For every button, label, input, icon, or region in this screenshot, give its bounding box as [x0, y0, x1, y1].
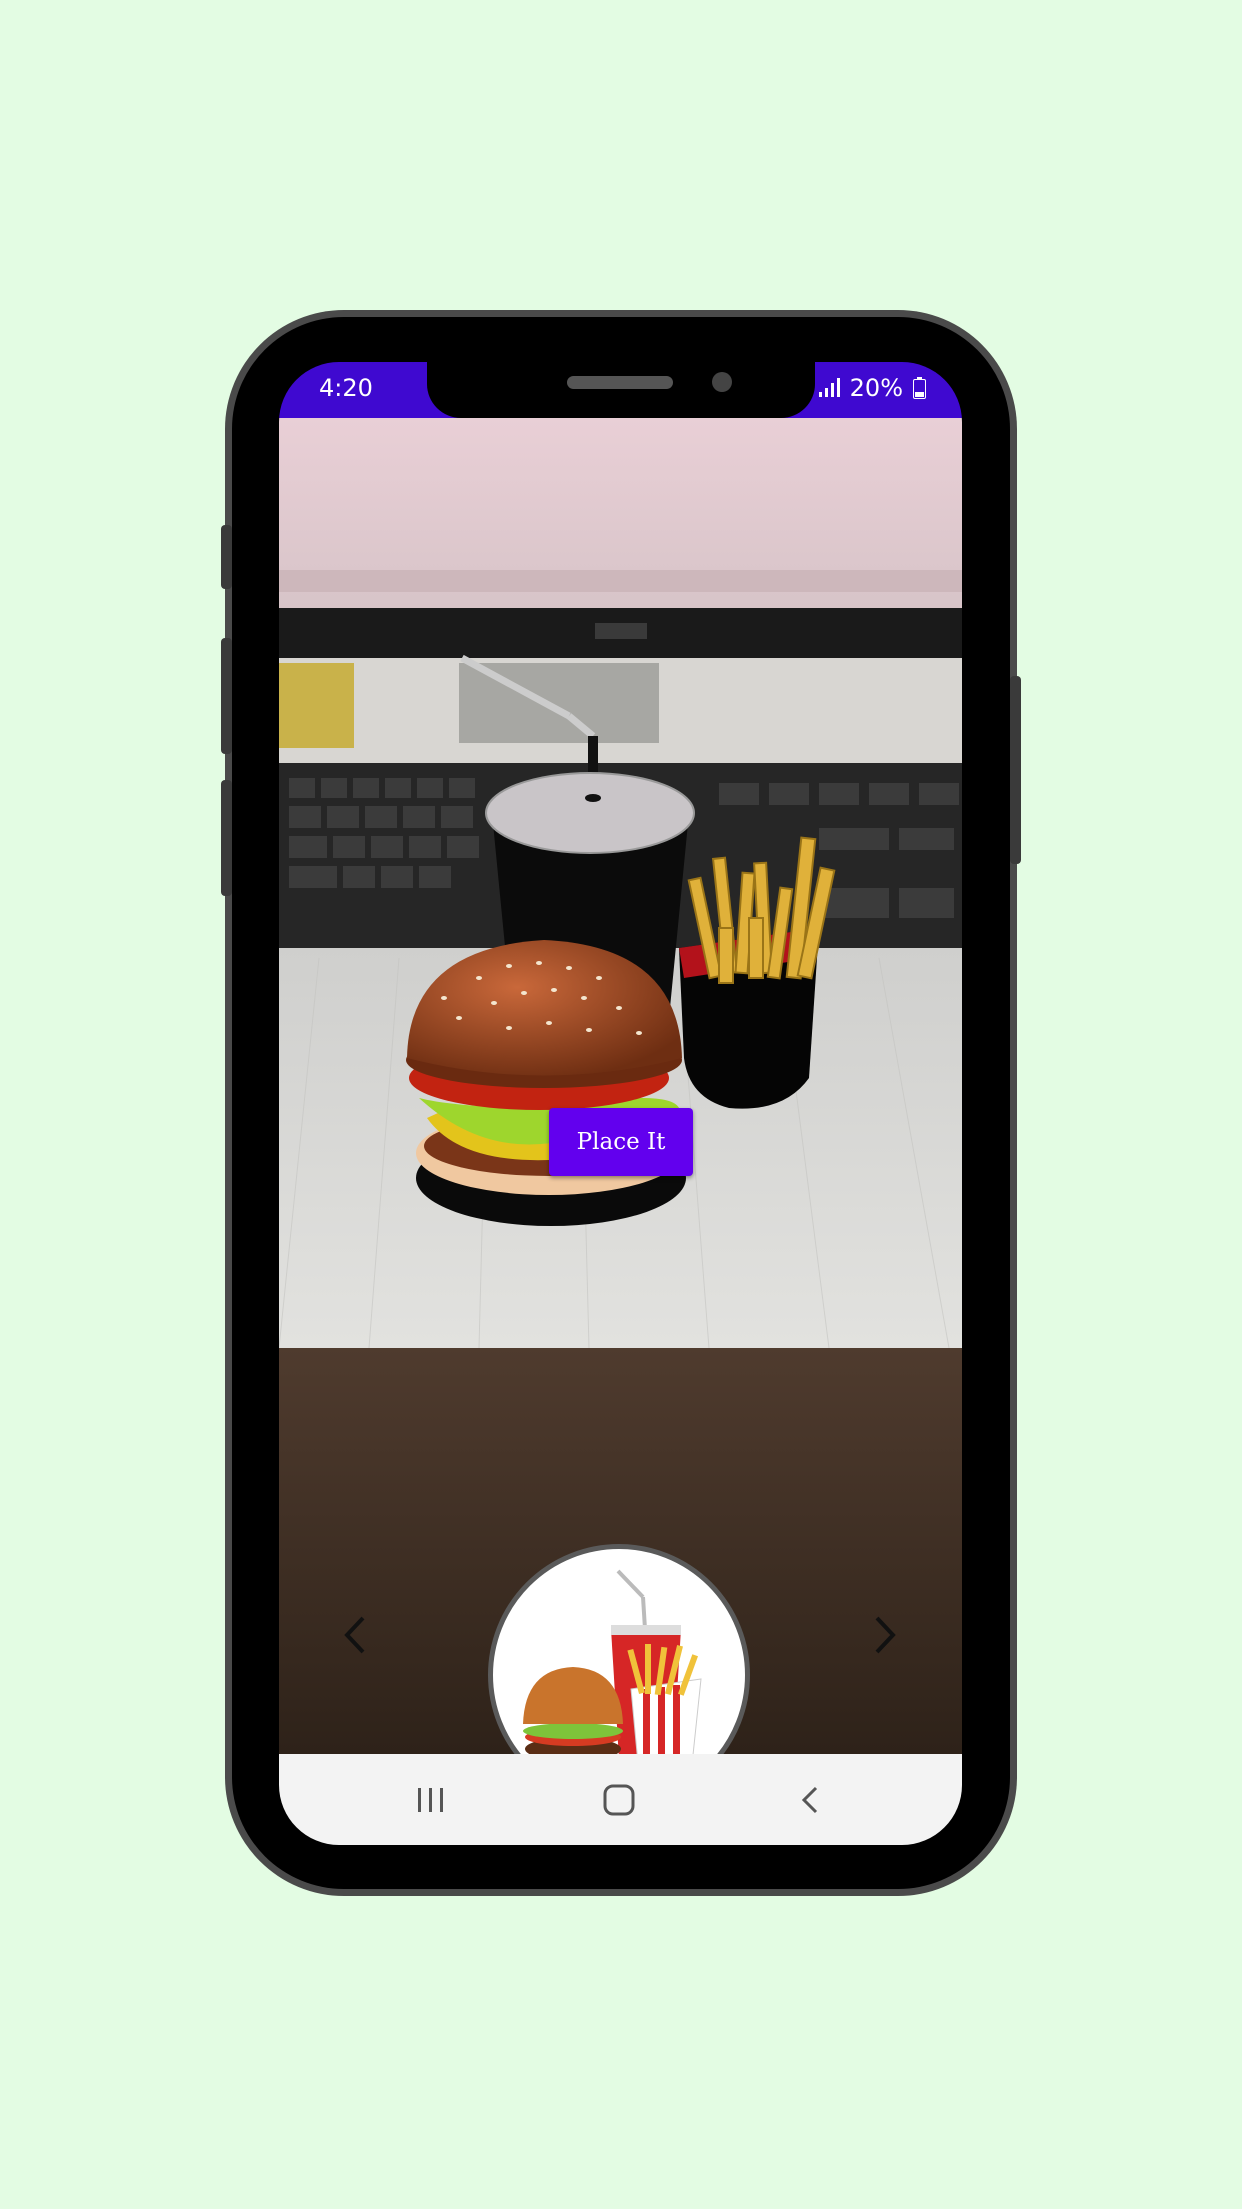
phone-button-left-1 [221, 525, 232, 589]
chevron-right-icon[interactable] [859, 1610, 909, 1660]
place-it-button[interactable]: Place It [549, 1108, 693, 1176]
front-camera [712, 372, 732, 392]
signal-icon [818, 378, 840, 397]
battery-icon [913, 377, 926, 399]
speaker-grille [567, 376, 673, 389]
home-icon[interactable] [597, 1780, 641, 1820]
ide-toolbar-strip [279, 570, 962, 592]
phone-button-right [1010, 676, 1021, 864]
recents-icon[interactable] [409, 1780, 453, 1820]
ar-camera-view[interactable]: Place It [279, 418, 962, 1754]
status-icons: 20% [818, 374, 926, 402]
burger-model [406, 940, 686, 1226]
back-icon[interactable] [789, 1780, 833, 1820]
phone-button-left-3 [221, 780, 232, 896]
burger-combo-image [523, 1569, 702, 1754]
camera-notch [427, 362, 815, 418]
status-time: 4:20 [319, 374, 373, 402]
chevron-left-icon[interactable] [331, 1610, 381, 1660]
phone-screen: 4:20 20% Place It [279, 362, 962, 1845]
system-nav-bar [279, 1754, 962, 1845]
phone-button-left-2 [221, 638, 232, 754]
notepad [279, 663, 354, 748]
monitor-logo [595, 623, 647, 639]
battery-percent: 20% [849, 374, 903, 402]
